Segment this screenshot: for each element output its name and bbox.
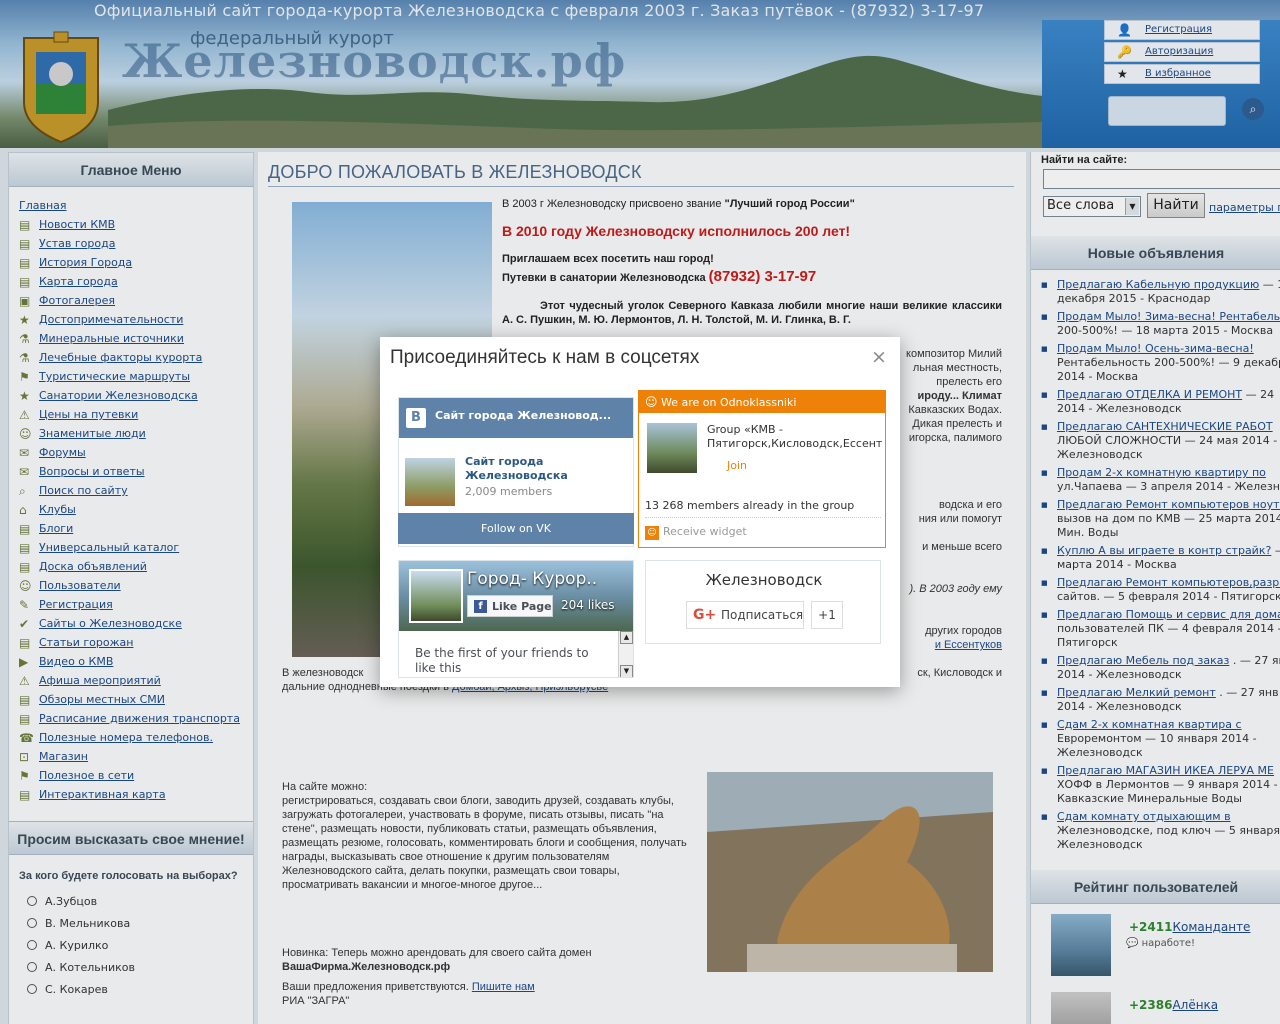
ok-join-button[interactable]: Join (727, 459, 747, 472)
ok-header: ☺ We are on Odnoklassniki (639, 391, 885, 413)
scroll-down-icon[interactable]: ▼ (620, 665, 633, 677)
fb-like-button[interactable]: f Like Page (467, 595, 553, 617)
vk-group-avatar[interactable] (405, 458, 455, 506)
odnoklassniki-icon: ☺ (645, 395, 658, 409)
ok-group-name[interactable]: Group «КМВ - Пятигорск,Кисловодск,Ессент (707, 423, 882, 451)
scroll-up-icon[interactable]: ▲ (620, 631, 633, 644)
fb-page-name[interactable]: Город- Курор.. (467, 569, 597, 589)
vk-header[interactable]: B Сайт города Железновод... (399, 398, 633, 438)
google-plus-widget: Железноводск G+ Подписаться +1 (645, 560, 881, 644)
odnoklassniki-icon: ☺ (645, 526, 659, 540)
ok-members-count: 13 268 members already in the group (645, 499, 855, 512)
vk-group-name[interactable]: Сайт города Железноводска (465, 455, 585, 483)
facebook-widget: Город- Курор.. f Like Page 204 likes Be t… (398, 560, 634, 678)
google-plus-icon: G+ (693, 607, 717, 623)
facebook-icon: f (474, 600, 487, 613)
close-icon[interactable]: × (871, 346, 887, 368)
social-modal: Присоединяйтесь к нам в соцсетях × B Сайт… (380, 337, 900, 687)
odnoklassniki-widget: ☺ We are on Odnoklassniki Group «КМВ - Пя… (638, 390, 886, 548)
vk-follow-button[interactable]: Follow on VK (398, 513, 634, 544)
ok-group-avatar[interactable] (647, 423, 697, 473)
vk-members-count: 2,009 members (465, 485, 553, 498)
gp-page-name: Железноводск (705, 571, 823, 589)
divider (645, 517, 881, 518)
fb-likes-count: 204 likes (561, 598, 615, 612)
vk-logo-icon: B (406, 408, 426, 428)
fb-page-avatar[interactable] (409, 569, 463, 623)
ok-receive-widget-link[interactable]: ☺ Receive widget (645, 525, 747, 540)
gp-plus-one-button[interactable]: +1 (811, 601, 843, 629)
gp-follow-button[interactable]: G+ Подписаться (686, 601, 804, 629)
scrollbar[interactable]: ▲ ▼ (618, 631, 633, 677)
fb-friends-text: Be the first of your friends to like thi… (415, 646, 589, 675)
modal-title: Присоединяйтесь к нам в соцсетях (390, 347, 700, 368)
